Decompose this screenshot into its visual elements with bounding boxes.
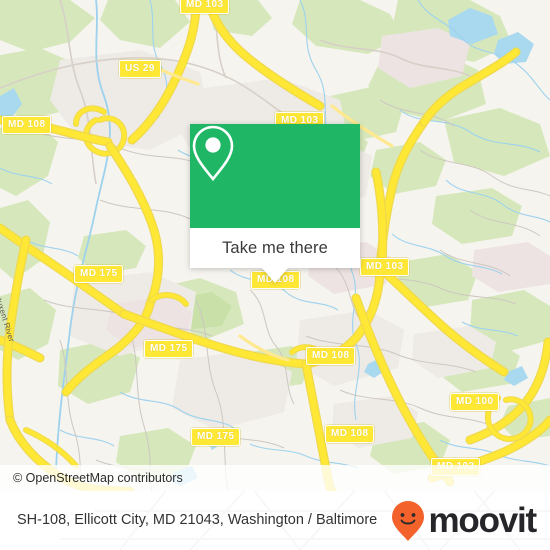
map-attribution-bar: © OpenStreetMap contributors (0, 465, 550, 491)
location-popup-card[interactable]: Take me there (190, 124, 360, 283)
popup-header (190, 124, 360, 228)
road-shield[interactable]: MD 103 (360, 258, 410, 276)
screenshot-root: .park{fill:#d6e8bb;} .parkdark{fill:#c9e… (0, 0, 550, 550)
take-me-there-label: Take me there (222, 238, 328, 257)
road-shield[interactable]: MD 108 (2, 116, 52, 134)
road-shield[interactable]: MD 175 (74, 265, 124, 283)
moovit-smiley-pin-icon (392, 500, 425, 541)
osm-attribution-text[interactable]: © OpenStreetMap contributors (13, 471, 183, 485)
map-pin-icon (192, 125, 234, 182)
footer-bar: SH-108, Ellicott City, MD 21043, Washing… (0, 491, 550, 550)
popup-action-row[interactable]: Take me there (190, 228, 360, 268)
road-shield[interactable]: MD 108 (306, 347, 356, 365)
road-shield[interactable]: MD 103 (180, 0, 230, 14)
road-shield[interactable]: MD 100 (450, 393, 500, 411)
popup-tail-pointer (262, 268, 288, 283)
road-shield[interactable]: MD 175 (191, 428, 241, 446)
road-shield[interactable]: MD 175 (144, 340, 194, 358)
map-canvas[interactable]: .park{fill:#d6e8bb;} .parkdark{fill:#c9e… (0, 0, 550, 491)
moovit-wordmark: moovit (428, 501, 537, 540)
place-description: SH-108, Ellicott City, MD 21043, Washing… (17, 512, 378, 528)
road-shield[interactable]: US 29 (119, 60, 161, 78)
road-shield[interactable]: MD 108 (325, 425, 375, 443)
moovit-logo[interactable]: moovit (391, 500, 537, 542)
